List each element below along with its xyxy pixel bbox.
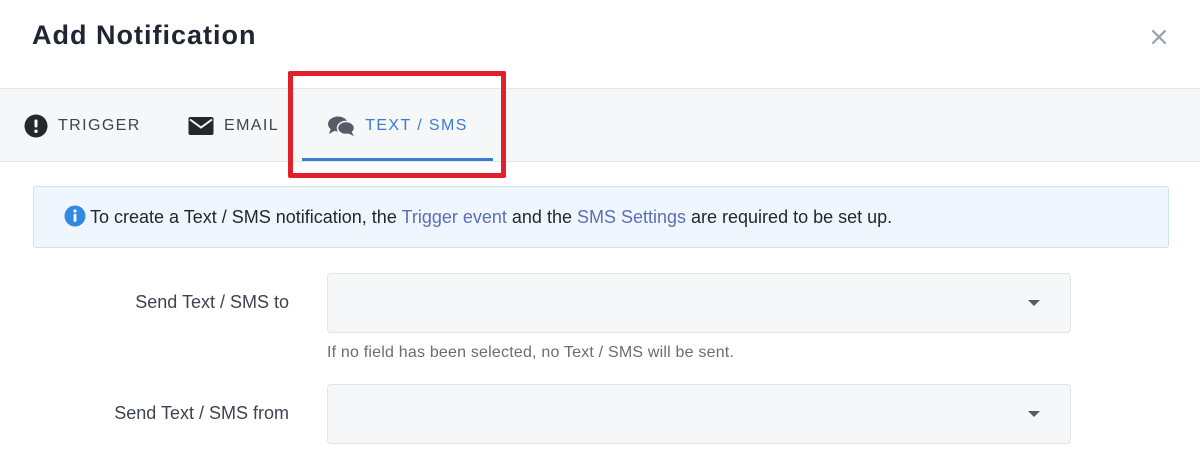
send-to-help-text: If no field has been selected, no Text /… — [327, 344, 735, 361]
send-to-label: Send Text / SMS to — [135, 292, 289, 312]
sms-settings-link[interactable]: SMS Settings — [577, 207, 686, 227]
tab-text-sms[interactable]: TEXT / SMS — [302, 89, 493, 162]
tab-email-label: EMAIL — [224, 116, 280, 134]
info-circle-icon — [64, 205, 86, 232]
send-from-label: Send Text / SMS from — [114, 403, 289, 423]
trigger-event-link[interactable]: Trigger event — [402, 207, 507, 227]
send-from-select[interactable] — [327, 384, 1071, 444]
info-text-after: are required to be set up. — [686, 206, 893, 227]
notification-tabs: TRIGGER EMAIL TEXT / SMS — [0, 88, 1200, 162]
info-alert: To create a Text / SMS notification, the… — [33, 186, 1169, 248]
info-message: To create a Text / SMS notification, the… — [90, 207, 892, 228]
send-to-select[interactable] — [327, 273, 1071, 333]
modal-header: Add Notification — [0, 0, 1200, 88]
tab-trigger-label: TRIGGER — [58, 116, 141, 134]
info-text-before: To create a Text / SMS notification, the — [90, 206, 402, 227]
tab-text-sms-label: TEXT / SMS — [365, 116, 468, 134]
exclamation-circle-icon — [24, 114, 48, 138]
tab-trigger[interactable]: TRIGGER — [24, 89, 141, 162]
caret-down-icon — [1028, 411, 1040, 417]
chat-bubbles-icon — [327, 115, 356, 137]
caret-down-icon — [1028, 300, 1040, 306]
info-text-middle: and the — [506, 206, 577, 227]
tab-email[interactable]: EMAIL — [188, 89, 279, 162]
modal-title: Add Notification — [32, 20, 257, 50]
envelope-icon — [188, 116, 214, 136]
close-icon[interactable] — [1148, 26, 1170, 48]
active-tab-indicator — [302, 158, 493, 161]
